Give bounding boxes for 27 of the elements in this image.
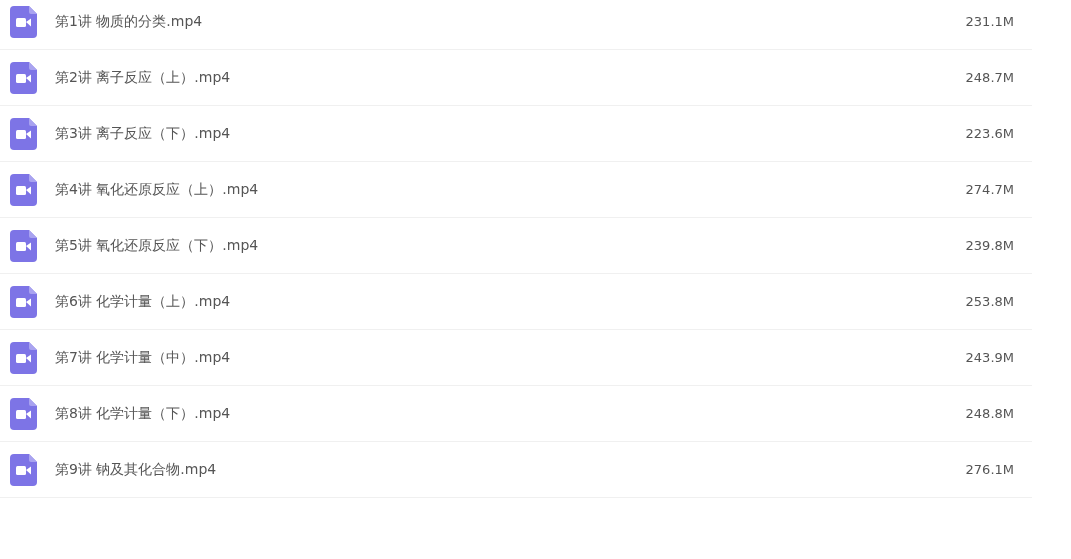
- video-file-icon: [10, 285, 37, 318]
- file-name[interactable]: 第1讲 物质的分类.mp4: [55, 12, 966, 31]
- file-size: 248.8M: [965, 406, 1014, 421]
- file-name[interactable]: 第2讲 离子反应（上）.mp4: [55, 68, 966, 87]
- file-size: 274.7M: [965, 182, 1014, 197]
- file-size: 248.7M: [965, 70, 1014, 85]
- video-file-icon: [10, 397, 37, 430]
- file-name[interactable]: 第5讲 氧化还原反应（下）.mp4: [55, 236, 966, 255]
- video-file-icon: [10, 229, 37, 262]
- video-file-icon: [10, 5, 37, 38]
- file-name[interactable]: 第4讲 氧化还原反应（上）.mp4: [55, 180, 966, 199]
- file-name[interactable]: 第8讲 化学计量（下）.mp4: [55, 404, 966, 423]
- file-size: 231.1M: [965, 14, 1014, 29]
- video-file-icon: [10, 173, 37, 206]
- video-file-icon: [10, 341, 37, 374]
- video-file-icon: [10, 117, 37, 150]
- file-name[interactable]: 第7讲 化学计量（中）.mp4: [55, 348, 966, 367]
- file-name[interactable]: 第6讲 化学计量（上）.mp4: [55, 292, 966, 311]
- file-size: 223.6M: [965, 126, 1014, 141]
- video-file-icon: [10, 61, 37, 94]
- video-file-icon: [10, 453, 37, 486]
- file-name[interactable]: 第9讲 钠及其化合物.mp4: [55, 460, 966, 479]
- file-size: 243.9M: [965, 350, 1014, 365]
- file-size: 239.8M: [965, 238, 1014, 253]
- file-size: 253.8M: [965, 294, 1014, 309]
- file-name[interactable]: 第3讲 离子反应（下）.mp4: [55, 124, 966, 143]
- file-size: 276.1M: [965, 462, 1014, 477]
